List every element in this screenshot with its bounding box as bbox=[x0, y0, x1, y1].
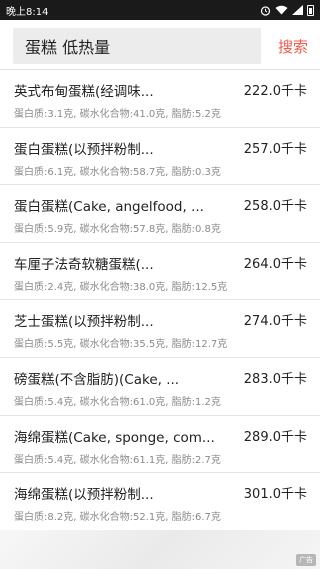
signal-icon bbox=[292, 4, 303, 16]
food-calories: 274.0千卡 bbox=[243, 314, 307, 330]
food-calories: 301.0千卡 bbox=[243, 487, 307, 503]
ad-banner[interactable]: 广告 bbox=[0, 530, 320, 569]
list-item[interactable]: 蛋白蛋糕(以预拌粉制... 257.0千卡 蛋白质:6.1克, 碳水化合物:58… bbox=[0, 127, 320, 186]
food-name: 蛋白蛋糕(以预拌粉制... bbox=[14, 141, 154, 158]
food-name: 海绵蛋糕(Cake, sponge, com... bbox=[14, 429, 215, 446]
wifi-icon bbox=[275, 4, 288, 16]
battery-icon bbox=[307, 4, 314, 16]
status-icons bbox=[260, 4, 314, 16]
search-button[interactable]: 搜索 bbox=[278, 28, 308, 64]
food-nutrition: 蛋白质:5.5克, 碳水化合物:35.5克, 脂肪:12.7克 bbox=[14, 339, 228, 351]
list-item[interactable]: 英式布甸蛋糕(经调味... 222.0千卡 蛋白质:3.1克, 碳水化合物:41… bbox=[0, 70, 320, 128]
food-calories: 289.0千卡 bbox=[243, 429, 307, 445]
alarm-icon bbox=[260, 4, 271, 16]
ad-badge: 广告 bbox=[296, 554, 316, 566]
status-bar: 晚上8:14 bbox=[0, 0, 320, 20]
food-list: 英式布甸蛋糕(经调味... 222.0千卡 蛋白质:3.1克, 碳水化合物:41… bbox=[0, 70, 320, 531]
food-calories: 283.0千卡 bbox=[243, 371, 307, 387]
food-nutrition: 蛋白质:5.9克, 碳水化合物:57.8克, 脂肪:0.8克 bbox=[14, 224, 221, 236]
food-nutrition: 蛋白质:5.4克, 碳水化合物:61.0克, 脂肪:1.2克 bbox=[14, 396, 221, 408]
food-nutrition: 蛋白质:8.2克, 碳水化合物:52.1克, 脂肪:6.7克 bbox=[14, 512, 221, 524]
search-input[interactable]: 蛋糕 低热量 bbox=[13, 28, 261, 64]
food-nutrition: 蛋白质:2.4克, 碳水化合物:38.0克, 脂肪:12.5克 bbox=[14, 281, 228, 293]
food-name: 英式布甸蛋糕(经调味... bbox=[14, 84, 154, 100]
food-name: 车厘子法奇软糖蛋糕(... bbox=[14, 256, 154, 273]
food-nutrition: 蛋白质:5.4克, 碳水化合物:61.1克, 脂肪:2.7克 bbox=[14, 454, 221, 466]
food-name: 海绵蛋糕(以预拌粉制... bbox=[14, 487, 154, 504]
food-nutrition: 蛋白质:3.1克, 碳水化合物:41.0克, 脂肪:5.2克 bbox=[14, 109, 221, 120]
food-name: 芝士蛋糕(以预拌粉制... bbox=[14, 314, 154, 331]
food-name: 磅蛋糕(不含脂肪)(Cake, ... bbox=[14, 371, 180, 388]
food-calories: 222.0千卡 bbox=[243, 84, 307, 99]
search-header: 蛋糕 低热量 搜索 bbox=[0, 20, 320, 70]
food-calories: 264.0千卡 bbox=[243, 256, 307, 272]
list-item[interactable]: 磅蛋糕(不含脂肪)(Cake, ... 283.0千卡 蛋白质:5.4克, 碳水… bbox=[0, 357, 320, 416]
list-item[interactable]: 车厘子法奇软糖蛋糕(... 264.0千卡 蛋白质:2.4克, 碳水化合物:38… bbox=[0, 242, 320, 301]
food-calories: 258.0千卡 bbox=[243, 199, 307, 215]
status-time: 晚上8:14 bbox=[6, 6, 49, 18]
list-item[interactable]: 蛋白蛋糕(Cake, angelfood, ... 258.0千卡 蛋白质:5.… bbox=[0, 185, 320, 243]
food-nutrition: 蛋白质:6.1克, 碳水化合物:58.7克, 脂肪:0.3克 bbox=[14, 166, 221, 178]
food-calories: 257.0千卡 bbox=[243, 141, 307, 157]
list-item[interactable]: 芝士蛋糕(以预拌粉制... 274.0千卡 蛋白质:5.5克, 碳水化合物:35… bbox=[0, 300, 320, 358]
food-name: 蛋白蛋糕(Cake, angelfood, ... bbox=[14, 199, 204, 216]
list-item[interactable]: 海绵蛋糕(以预拌粉制... 301.0千卡 蛋白质:8.2克, 碳水化合物:52… bbox=[0, 473, 320, 531]
list-item[interactable]: 海绵蛋糕(Cake, sponge, com... 289.0千卡 蛋白质:5.… bbox=[0, 415, 320, 474]
